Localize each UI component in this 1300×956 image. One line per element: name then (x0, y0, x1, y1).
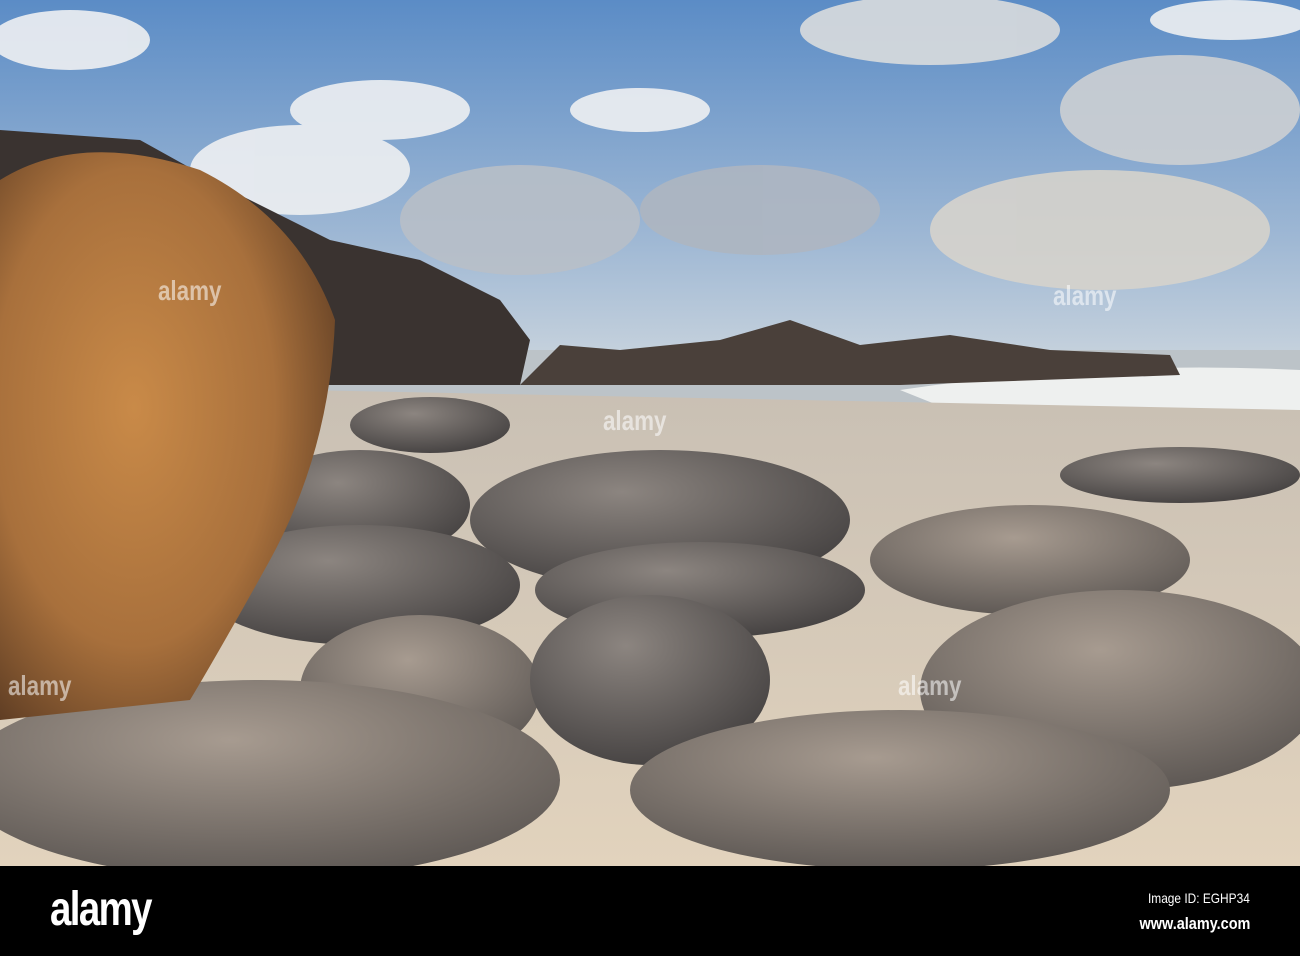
watermark-footer: alamy Image ID: EGHP34 www.alamy.com (0, 866, 1300, 956)
alamy-logo: alamy (50, 883, 152, 936)
watermark-logo-center: alamy (897, 670, 962, 701)
watermark-logo-center: alamy (1052, 280, 1117, 311)
image-id: Image ID: EGHP34 (1148, 890, 1250, 906)
watermark-logo-center: alamy (157, 275, 222, 306)
alamy-url: www.alamy.com (1139, 914, 1250, 933)
watermark-logo-center: alamy (602, 405, 667, 436)
watermark-logo-center: alamy (7, 670, 72, 701)
